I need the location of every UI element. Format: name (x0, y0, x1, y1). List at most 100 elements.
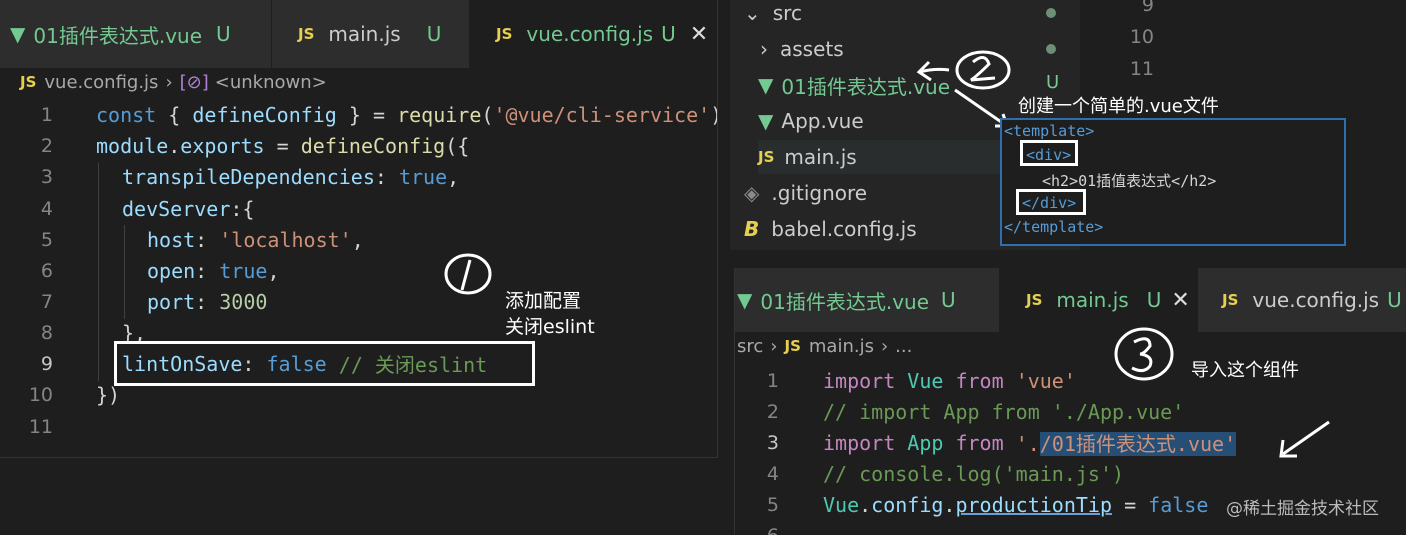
line-number: 10 (1129, 26, 1154, 48)
line-number: 2 (40, 135, 53, 157)
tab-status: U (1387, 288, 1402, 312)
line-number: 5 (766, 494, 779, 516)
line-number: 8 (40, 322, 53, 344)
breadcrumb-folder[interactable]: src (737, 336, 763, 357)
line-number: 5 (40, 229, 53, 251)
line-number: 6 (40, 260, 53, 282)
tree-folder-assets[interactable]: › assets (760, 32, 844, 66)
tab-vue-config-js[interactable]: JS vue.config.js U (1198, 268, 1406, 332)
tab-status: U (426, 22, 442, 46)
annotation-arrow-3 (1279, 420, 1330, 458)
tree-file-gitignore[interactable]: ◈ .gitignore (744, 176, 867, 210)
tab-label: 01插件表达式.vue (760, 289, 930, 314)
indent-guide (98, 163, 99, 381)
tab-label: vue.config.js (1252, 288, 1380, 312)
annotation-text-3: 导入这个组件 (1191, 360, 1299, 381)
tree-label: main.js (784, 145, 857, 169)
annotation-mark-3 (1114, 327, 1174, 381)
indent-guide (124, 225, 125, 319)
snippet-line: <h2>01插值表达式</h2> (1042, 172, 1217, 190)
chevron-right-icon: › (760, 37, 768, 61)
chevron-right-icon: › (770, 335, 778, 357)
chevron-down-icon: ⌄ (744, 1, 761, 25)
tab-label: main.js (328, 22, 401, 46)
annotation-mark-1 (444, 253, 492, 295)
tree-label: App.vue (781, 109, 864, 133)
git-icon: ◈ (744, 181, 760, 205)
close-icon[interactable]: ✕ (690, 22, 708, 47)
code-line-4[interactable]: // console.log('main.js') (823, 458, 1124, 489)
snippet-line: </template> (1004, 218, 1104, 236)
line-number: 3 (40, 166, 53, 188)
line-number: 9 (40, 353, 53, 375)
code-line-5[interactable]: host: 'localhost', (147, 224, 364, 255)
template-snippet: <template> <div> <h2>01插值表达式</h2> </div>… (1000, 118, 1346, 246)
annotation-text-2: 创建一个简单的.vue文件 (1018, 96, 1219, 117)
tree-label: .gitignore (771, 181, 868, 205)
code-line-6[interactable]: open: true, (147, 255, 279, 286)
breadcrumb-symbol[interactable]: <unknown> (215, 72, 327, 93)
tab-main-js[interactable]: JS main.js U (272, 0, 470, 68)
line-number: 3 (766, 432, 779, 454)
line-number: 6 (735, 525, 779, 535)
code-line-2[interactable]: // import App from './App.vue' (823, 396, 1184, 427)
status-dot (1046, 44, 1056, 54)
line-number: 11 (28, 416, 53, 438)
tab-vue-config-js[interactable]: JS vue.config.js U ✕ (470, 0, 717, 68)
left-tab-bar: ▼ 01插件表达式.vue U JS main.js U JS vue.conf… (0, 0, 717, 68)
tab-main-js[interactable]: JS main.js U ✕ (1000, 268, 1198, 332)
code-line-3[interactable]: import App from './01插件表达式.vue' (823, 427, 1237, 458)
line-number: 7 (40, 291, 53, 313)
code-line-1[interactable]: const { defineConfig } = require('@vue/c… (96, 99, 717, 130)
line-number: 11 (1129, 58, 1154, 80)
left-editor: ▼ 01插件表达式.vue U JS main.js U JS vue.conf… (0, 0, 718, 458)
highlight-box-div-open (1020, 140, 1078, 166)
tree-status: U (1046, 72, 1060, 93)
line-number: 1 (40, 104, 53, 126)
line-number: 10 (28, 384, 53, 406)
breadcrumb: src › JS main.js › ... (737, 332, 912, 360)
watermark: @稀土掘金技术社区 (1226, 499, 1379, 519)
breadcrumb: JS vue.config.js › [⊘] <unknown> (20, 68, 327, 96)
vue-icon: ▼ (10, 22, 26, 46)
chevron-right-icon: › (165, 71, 173, 93)
annotation-text-1b: 关闭eslint (505, 316, 595, 338)
line-number: 4 (766, 463, 779, 485)
tree-label: assets (780, 37, 844, 61)
close-icon[interactable]: ✕ (1171, 288, 1189, 313)
tree-folder-src[interactable]: ⌄ src (744, 0, 802, 30)
breadcrumb-file[interactable]: main.js (809, 336, 874, 357)
code-line-5[interactable]: Vue. config. productionTip = false (823, 489, 1208, 520)
code-line-4[interactable]: devServer:{ (122, 193, 254, 224)
code-line-3[interactable]: transpileDependencies: true, (122, 161, 459, 192)
tree-file-app-vue[interactable]: ▼ App.vue (758, 104, 864, 138)
annotation-text-1a: 添加配置 (505, 290, 582, 312)
tree-label: babel.config.js (771, 217, 917, 241)
code-line-1[interactable]: import Vue from 'vue' (823, 365, 1076, 396)
js-icon: JS (758, 148, 775, 166)
tab-status: U (661, 22, 676, 46)
line-number: 1 (766, 370, 779, 392)
js-icon: JS (1222, 291, 1239, 309)
symbol-icon: [⊘] (179, 71, 209, 93)
code-line-2[interactable]: module. exports = defineConfig({ (96, 130, 469, 161)
code-line-7[interactable]: port: 3000 (147, 286, 267, 317)
highlight-box-lintonsave (114, 341, 535, 386)
tab-01-vue[interactable]: ▼ 01插件表达式.vue U (735, 268, 1000, 332)
breadcrumb-file[interactable]: vue.config.js (44, 72, 158, 93)
chevron-right-icon: › (880, 335, 889, 357)
tab-01-vue[interactable]: ▼ 01插件表达式.vue U (0, 0, 272, 68)
js-icon: JS (784, 337, 801, 355)
tab-label: 01插件表达式.vue (33, 23, 203, 48)
editor-gutter: 9 10 11 (1080, 0, 1164, 90)
breadcrumb-more[interactable]: ... (895, 336, 912, 357)
line-number: 2 (766, 401, 779, 423)
tree-file-babel-config[interactable]: B babel.config.js (744, 212, 917, 246)
tab-label: vue.config.js (526, 22, 654, 46)
vue-icon: ▼ (758, 73, 774, 97)
tab-status: U (941, 288, 956, 312)
highlight-box-div-close (1016, 189, 1086, 215)
status-dot (1046, 8, 1056, 18)
snippet-line: <template> (1004, 122, 1095, 140)
js-icon: JS (496, 25, 513, 43)
